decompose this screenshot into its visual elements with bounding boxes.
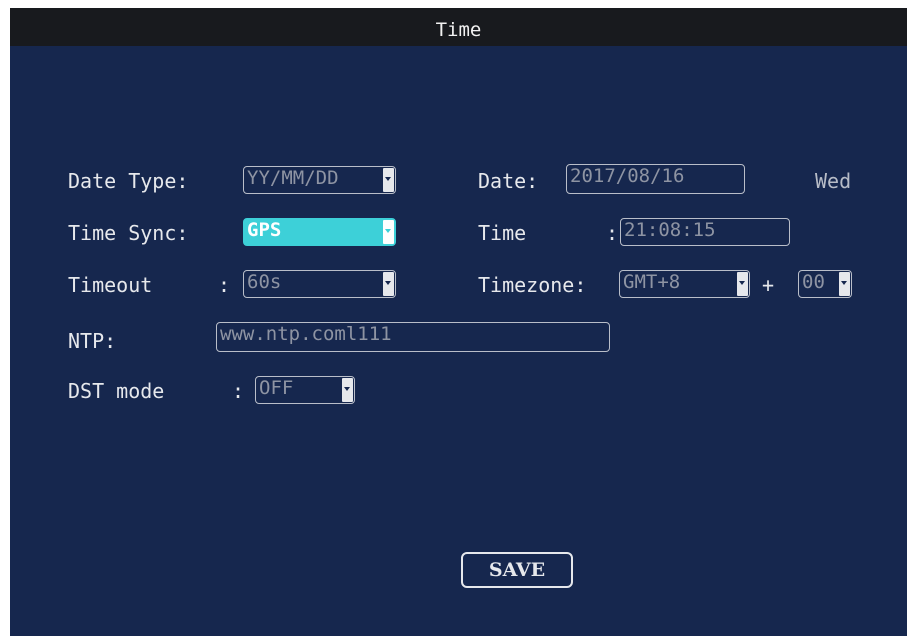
time-value: 21:08:15 [624, 219, 716, 241]
dst-mode-label: DST mode [68, 379, 165, 403]
time-sync-select[interactable]: GPS [243, 218, 396, 246]
date-type-value: YY/MM/DD [247, 167, 339, 189]
date-type-select[interactable]: YY/MM/DD [243, 166, 396, 194]
timezone-select[interactable]: GMT+8 [619, 270, 750, 298]
time-sync-label: Time Sync: [68, 221, 189, 245]
ntp-server-input[interactable]: www.ntp.coml111 [216, 322, 610, 352]
time-sync-value: GPS [247, 219, 282, 241]
date-label: Date: [478, 169, 539, 193]
date-field[interactable]: 2017/08/16 [566, 164, 745, 194]
time-field[interactable]: 21:08:15 [620, 218, 790, 246]
timeout-select[interactable]: 60s [243, 270, 396, 298]
timezone-plus: + [762, 273, 775, 297]
chevron-down-icon[interactable] [737, 272, 748, 296]
timezone-minutes-select[interactable]: 00 [798, 270, 852, 298]
dst-mode-value: OFF [259, 377, 294, 399]
ntp-value: www.ntp.coml111 [220, 323, 392, 345]
weekday-text: Wed [815, 169, 852, 193]
time-label: Time [478, 221, 527, 245]
ntp-label: NTP: [68, 329, 117, 353]
save-button[interactable]: SAVE [461, 552, 573, 588]
chevron-down-icon[interactable] [383, 220, 394, 244]
timezone-minutes-value: 00 [802, 271, 825, 293]
dst-mode-select[interactable]: OFF [255, 376, 355, 404]
timeout-value: 60s [247, 271, 282, 293]
timezone-value: GMT+8 [623, 271, 681, 293]
chevron-down-icon[interactable] [839, 272, 850, 296]
date-value: 2017/08/16 [570, 165, 685, 187]
timeout-colon: : [218, 273, 231, 297]
dst-mode-colon: : [232, 379, 245, 403]
time-colon: : [606, 221, 619, 245]
window-title: Time [10, 8, 907, 46]
chevron-down-icon[interactable] [383, 272, 394, 296]
chevron-down-icon[interactable] [342, 378, 353, 402]
chevron-down-icon[interactable] [383, 168, 394, 192]
date-type-label: Date Type: [68, 169, 189, 193]
timezone-label: Timezone: [478, 273, 587, 297]
timeout-label: Timeout [68, 273, 153, 297]
time-settings-screen: Time Date Type: YY/MM/DD Date: 2017/08/1… [10, 8, 907, 636]
